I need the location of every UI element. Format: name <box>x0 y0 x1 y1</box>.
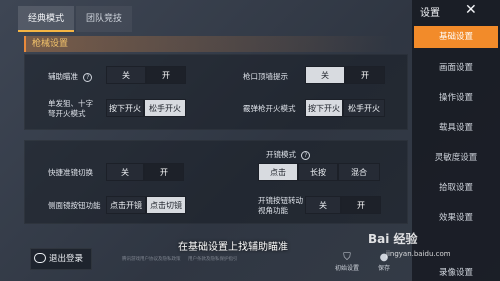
tab-team-deathmatch[interactable]: 团队竞技 <box>76 6 133 32</box>
close-icon[interactable]: ✕ <box>465 2 477 18</box>
assist-aim-label: 辅助瞄准 ? <box>48 72 93 82</box>
single-fire-label: 单发狙、十字弩开火模式 <box>48 99 93 118</box>
assist-aim-off[interactable]: 关 <box>106 66 146 84</box>
menu-graphics-settings[interactable]: 画面设置 <box>414 57 498 79</box>
mode-tabs: 经典模式 团队竞技 <box>18 6 134 34</box>
scope-mode-label: 开镜模式 ? <box>266 150 311 160</box>
logout-label: 退出登录 <box>49 254 84 264</box>
menu-effects-settings[interactable]: 效果设置 <box>414 207 498 229</box>
menu-pickup-settings[interactable]: 拾取设置 <box>414 177 498 199</box>
menu-basic-settings[interactable]: 基础设置 <box>414 26 498 48</box>
quick-scope-toggle: 关 开 <box>106 163 184 181</box>
quick-scope-on[interactable]: 开 <box>144 163 184 181</box>
chat-icon <box>34 253 46 263</box>
muzzle-wall-off[interactable]: 关 <box>305 66 345 84</box>
assist-aim-on[interactable]: 开 <box>146 66 186 84</box>
quick-scope-off[interactable]: 关 <box>106 163 144 181</box>
reset-label: 初始设置 <box>334 265 359 272</box>
scope-mode-hold[interactable]: 长按 <box>298 163 338 181</box>
menu-replay-settings[interactable]: 录像设置 <box>414 266 498 281</box>
assist-aim-label-text: 辅助瞄准 <box>48 72 78 81</box>
scope-rotate-off[interactable]: 关 <box>305 196 341 214</box>
single-fire-toggle: 按下开火 松手开火 <box>106 99 186 117</box>
shotgun-fire-press[interactable]: 按下开火 <box>305 99 343 117</box>
footer-note-1[interactable]: 腾讯游戏用户协议及隐私政策 <box>122 256 181 262</box>
muzzle-wall-toggle: 关 开 <box>305 66 385 84</box>
watermark-logo: Bai 经验 <box>368 232 418 246</box>
assist-aim-toggle: 关 开 <box>106 66 186 84</box>
shotgun-fire-toggle: 按下开火 松手开火 <box>305 99 385 117</box>
muzzle-wall-label: 枪口顶墙提示 <box>243 72 288 81</box>
reset-settings-button[interactable]: ⛉ 初始设置 <box>332 252 362 272</box>
side-scope-label: 侧面镜按钮功能 <box>48 201 101 210</box>
help-icon[interactable]: ? <box>301 150 311 160</box>
reset-icon: ⛉ <box>343 252 351 263</box>
caption-text: 在基础设置上找辅助瞄准 <box>178 242 288 253</box>
watermark-url: jingyan.baidu.com <box>386 250 451 258</box>
scope-rotate-label: 开镜按钮转动视角功能 <box>258 196 303 215</box>
menu-vehicle-settings[interactable]: 载具设置 <box>414 117 498 139</box>
side-scope-switch[interactable]: 点击切镜 <box>146 196 186 214</box>
muzzle-wall-on[interactable]: 开 <box>345 66 385 84</box>
help-icon[interactable]: ? <box>83 72 93 82</box>
shotgun-fire-release[interactable]: 松手开火 <box>343 99 385 117</box>
side-scope-open[interactable]: 点击开镜 <box>106 196 146 214</box>
scope-mode-tap[interactable]: 点击 <box>258 163 298 181</box>
single-fire-press[interactable]: 按下开火 <box>106 99 144 117</box>
scope-mode-label-text: 开镜模式 <box>266 150 296 159</box>
menu-controls-settings[interactable]: 操作设置 <box>414 87 498 109</box>
single-fire-release[interactable]: 松手开火 <box>144 99 186 117</box>
shotgun-fire-label: 霰弹枪开火模式 <box>243 104 296 113</box>
section-title: 枪械设置 <box>24 36 394 52</box>
side-scope-toggle: 点击开镜 点击切镜 <box>106 196 186 214</box>
scope-mode-toggle: 点击 长按 混合 <box>258 163 380 181</box>
scope-mode-mixed[interactable]: 混合 <box>338 163 380 181</box>
footer-note-2[interactable]: 用户条款及隐私保护指引 <box>188 256 238 262</box>
tab-classic[interactable]: 经典模式 <box>18 6 75 32</box>
scope-rotate-on[interactable]: 开 <box>341 196 381 214</box>
menu-sensitivity-settings[interactable]: 灵敏度设置 <box>414 147 498 169</box>
scope-rotate-toggle: 关 开 <box>305 196 381 214</box>
quick-scope-label: 快捷准镜切换 <box>48 168 93 177</box>
settings-title: 设置 <box>420 8 440 19</box>
save-label: 保存 <box>377 265 390 272</box>
